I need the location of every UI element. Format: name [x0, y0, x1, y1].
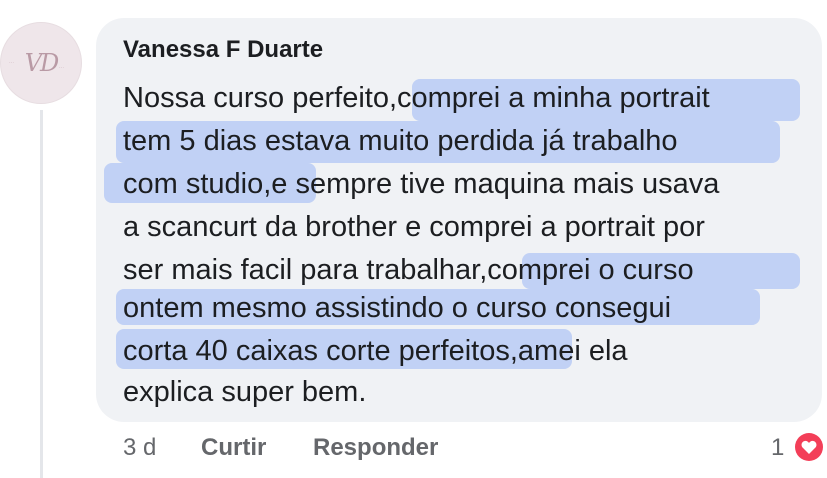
heart-reaction-icon[interactable]	[792, 430, 826, 464]
comment-text-line: Nossa curso perfeito,comprei a minha por…	[123, 82, 710, 114]
like-button[interactable]: Curtir	[201, 434, 266, 462]
comment-text-line: tem 5 dias estava muito perdida já traba…	[123, 125, 678, 157]
comment-text-line: a scancurt da brother e comprei a portra…	[123, 211, 705, 243]
thread-line	[40, 110, 43, 478]
comment-timestamp[interactable]: 3 d	[123, 434, 156, 462]
comment-text-line: ser mais facil para trabalhar,comprei o …	[123, 254, 694, 286]
avatar-logo-dots: ···	[59, 65, 64, 71]
avatar[interactable]: ··· VD ···	[0, 22, 82, 104]
comment-text-line: corta 40 caixas corte perfeitos,amei ela	[123, 335, 628, 367]
comment-author[interactable]: Vanessa F Duarte	[123, 36, 323, 64]
comment-text-line: com studio,e sempre tive maquina mais us…	[123, 168, 720, 200]
avatar-logo-icon: ···	[9, 60, 14, 66]
comment-text-line: ontem mesmo assistindo o curso consegui	[123, 292, 672, 324]
reaction-count[interactable]: 1	[771, 434, 784, 462]
comment-text-line: explica super bem.	[123, 376, 367, 408]
heart-icon	[795, 433, 823, 461]
reply-button[interactable]: Responder	[313, 434, 438, 462]
avatar-monogram: VD	[24, 49, 60, 77]
